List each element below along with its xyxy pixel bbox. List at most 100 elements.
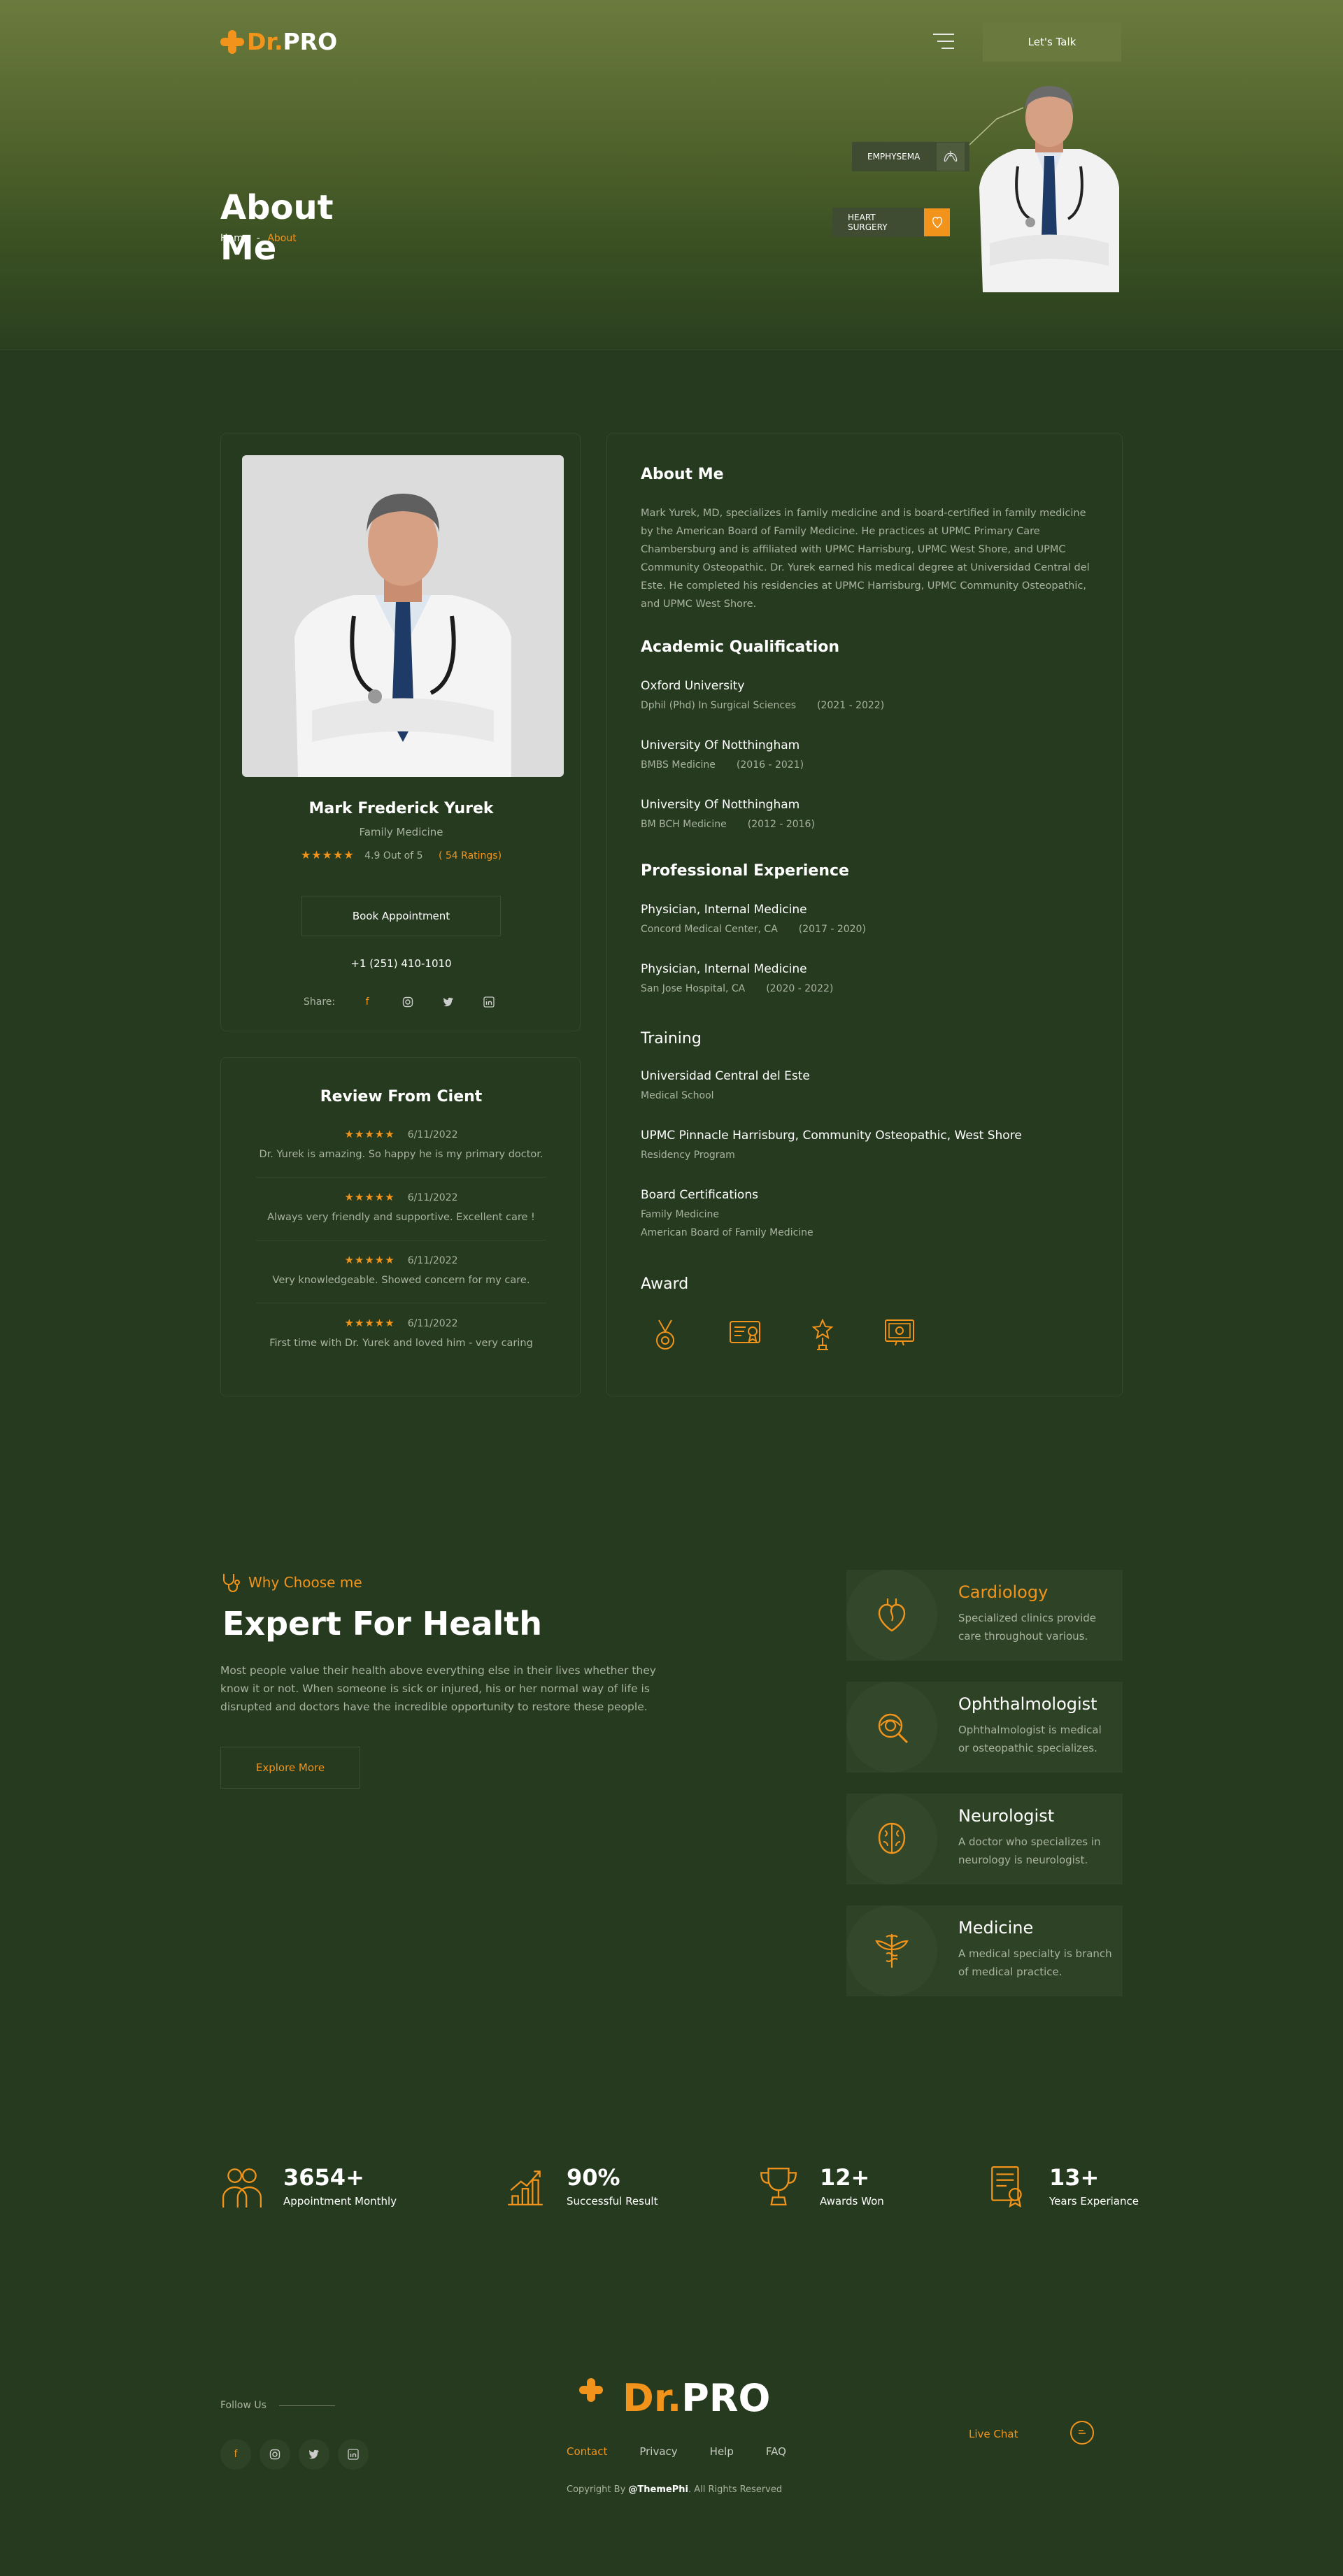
instagram-icon[interactable]: [397, 991, 419, 1013]
breadcrumb-current: About: [267, 233, 297, 244]
review-meta: ★★★★★ 6/11/2022: [221, 1128, 581, 1140]
stat-label: Awards Won: [820, 2195, 884, 2208]
tag-emphysema: EMPHYSEMA: [852, 142, 969, 171]
academic-title: Academic Qualification: [641, 638, 840, 656]
rating-text: 4.9 Out of 5: [364, 850, 423, 861]
live-chat-label[interactable]: Live Chat: [969, 2428, 1018, 2440]
review-stars: ★★★★★: [344, 1128, 395, 1140]
specialty-title: Neurologist: [958, 1806, 1055, 1826]
share-label: Share:: [304, 996, 336, 1008]
brand-dr: Dr.: [623, 2376, 682, 2420]
about-text: Mark Yurek, MD, specializes in family me…: [641, 508, 1090, 610]
review-item: ★★★★★ 6/11/2022 Dr. Yurek is amazing. So h…: [221, 1128, 581, 1178]
footer-link-faq[interactable]: FAQ: [766, 2445, 786, 2458]
footer-logo[interactable]: Dr. PRO: [579, 2376, 770, 2420]
instagram-icon[interactable]: [260, 2439, 290, 2470]
about-title: About Me: [641, 466, 724, 483]
specialty-title: Cardiology: [958, 1582, 1049, 1602]
follow-us-label: Follow Us: [220, 2400, 267, 2411]
specialty-card-cardiology[interactable]: Cardiology Specialized clinics provide ca…: [846, 1570, 1123, 1661]
twitter-icon[interactable]: [437, 991, 460, 1013]
specialty-title: Medicine: [958, 1918, 1034, 1938]
stat-text: 12+ Awards Won: [820, 2164, 884, 2208]
experience-item: Physician, Internal Medicine San Jose Hos…: [641, 962, 833, 994]
breadcrumb-separator: -: [256, 233, 260, 244]
experience-years: (2017 - 2020): [798, 924, 866, 935]
medical-cross-icon: [579, 2377, 620, 2419]
footer-link-contact[interactable]: Contact: [567, 2445, 607, 2458]
academic-years: (2021 - 2022): [817, 700, 885, 711]
medical-cross-icon: [220, 29, 244, 54]
copyright-brand[interactable]: @ThemePhi: [628, 2484, 688, 2495]
facebook-icon[interactable]: f: [220, 2439, 251, 2470]
academic-details: BMBS Medicine (2016 - 2021): [641, 759, 804, 771]
training-item: Universidad Central del Este Medical Scho…: [641, 1069, 810, 1101]
specialty-card-neurologist[interactable]: Neurologist A doctor who specializes in n…: [846, 1794, 1123, 1884]
stat-text: 3654+ Appointment Monthly: [283, 2164, 397, 2208]
breadcrumb-home[interactable]: Home: [220, 233, 249, 244]
explore-more-button[interactable]: Explore More: [220, 1747, 360, 1789]
twitter-icon[interactable]: [299, 2439, 329, 2470]
why-text: Most people value their health above eve…: [220, 1664, 656, 1713]
training-title: Training: [641, 1030, 702, 1047]
academic-degree: Dphil (Phd) In Surgical Sciences: [641, 700, 797, 711]
specialty-desc: Specialized clinics provide care through…: [958, 1612, 1097, 1643]
academic-item: University Of Notthingham BM BCH Medicine…: [641, 798, 815, 830]
stat-number: 3654+: [283, 2164, 364, 2191]
linkedin-icon[interactable]: [478, 991, 500, 1013]
experience-role: Physician, Internal Medicine: [641, 962, 807, 976]
why-kicker: Why Choose me: [220, 1572, 362, 1593]
review-date: 6/11/2022: [407, 1192, 458, 1203]
academic-school: University Of Notthingham: [641, 798, 800, 812]
review-text: Very knowledgeable. Showed concern for m…: [272, 1275, 530, 1286]
why-title: Expert For Health: [222, 1605, 543, 1643]
specialty-card-ophthalmologist[interactable]: Ophthalmologist Ophthalmologist is medica…: [846, 1682, 1123, 1773]
menu-line: [937, 41, 954, 42]
trophy-icon: [757, 2164, 800, 2208]
footer-link-privacy[interactable]: Privacy: [639, 2445, 677, 2458]
chat-bubble-icon[interactable]: [1070, 2421, 1094, 2445]
copyright-post: . All Rights Reserved: [688, 2484, 783, 2495]
linkedin-icon[interactable]: [338, 2439, 369, 2470]
stat-number: 12+: [820, 2164, 870, 2191]
menu-line: [933, 34, 954, 35]
review-item: ★★★★★ 6/11/2022 Very knowledgeable. Showed…: [221, 1254, 581, 1303]
doctor-phone[interactable]: +1 (251) 410-1010: [221, 957, 581, 970]
review-item: ★★★★★ 6/11/2022 First time with Dr. Yurek …: [221, 1317, 581, 1349]
review-date: 6/11/2022: [407, 1129, 458, 1140]
training-item: Board Certifications Family Medicine Ameri…: [641, 1188, 813, 1238]
brand-logo[interactable]: Dr. PRO: [220, 28, 337, 55]
explore-more-label: Explore More: [255, 1761, 325, 1774]
stat-item: 90% Successful Result: [504, 2164, 658, 2208]
footer-link-help[interactable]: Help: [710, 2445, 734, 2458]
stat-text: 13+ Years Experiance: [1049, 2164, 1139, 2208]
stat-text: 90% Successful Result: [567, 2164, 658, 2208]
training-sub: American Board of Family Medicine: [641, 1227, 813, 1238]
footer-links: Contact Privacy Help FAQ: [567, 2445, 786, 2458]
review-text: First time with Dr. Yurek and loved him …: [269, 1338, 533, 1349]
specialty-card-medicine[interactable]: Medicine A medical specialty is branch of…: [846, 1905, 1123, 1996]
medal-icon: [656, 1319, 674, 1350]
menu-icon[interactable]: [933, 34, 954, 49]
experience-years: (2020 - 2022): [766, 983, 834, 994]
doctor-portrait-hero: [979, 86, 1119, 292]
academic-years: (2016 - 2021): [736, 759, 804, 771]
experience-item: Physician, Internal Medicine Concord Medi…: [641, 903, 866, 935]
book-appointment-button[interactable]: Book Appointment: [301, 896, 501, 936]
academic-school: University Of Notthingham: [641, 738, 800, 752]
specialty-desc: Ophthalmologist is medical or osteopathi…: [958, 1724, 1102, 1754]
stethoscope-icon: [223, 1574, 240, 1592]
heart-icon: [846, 1570, 937, 1661]
tag-emphysema-label: EMPHYSEMA: [867, 152, 921, 162]
lets-talk-button[interactable]: Let's Talk: [983, 22, 1121, 62]
experience-place: San Jose Hospital, CA: [641, 983, 746, 994]
about-card: About Me Mark Yurek, MD, specializes in …: [606, 434, 1123, 1396]
training-item: UPMC Pinnacle Harrisburg, Community Oste…: [641, 1129, 1022, 1161]
review-meta: ★★★★★ 6/11/2022: [221, 1191, 581, 1203]
specialty-title: Ophthalmologist: [958, 1694, 1097, 1714]
stat-label: Years Experiance: [1049, 2195, 1139, 2208]
stat-label: Successful Result: [567, 2195, 658, 2208]
review-text: Dr. Yurek is amazing. So happy he is my …: [259, 1149, 543, 1160]
brand-pro: PRO: [283, 28, 338, 55]
facebook-icon[interactable]: f: [356, 991, 378, 1013]
